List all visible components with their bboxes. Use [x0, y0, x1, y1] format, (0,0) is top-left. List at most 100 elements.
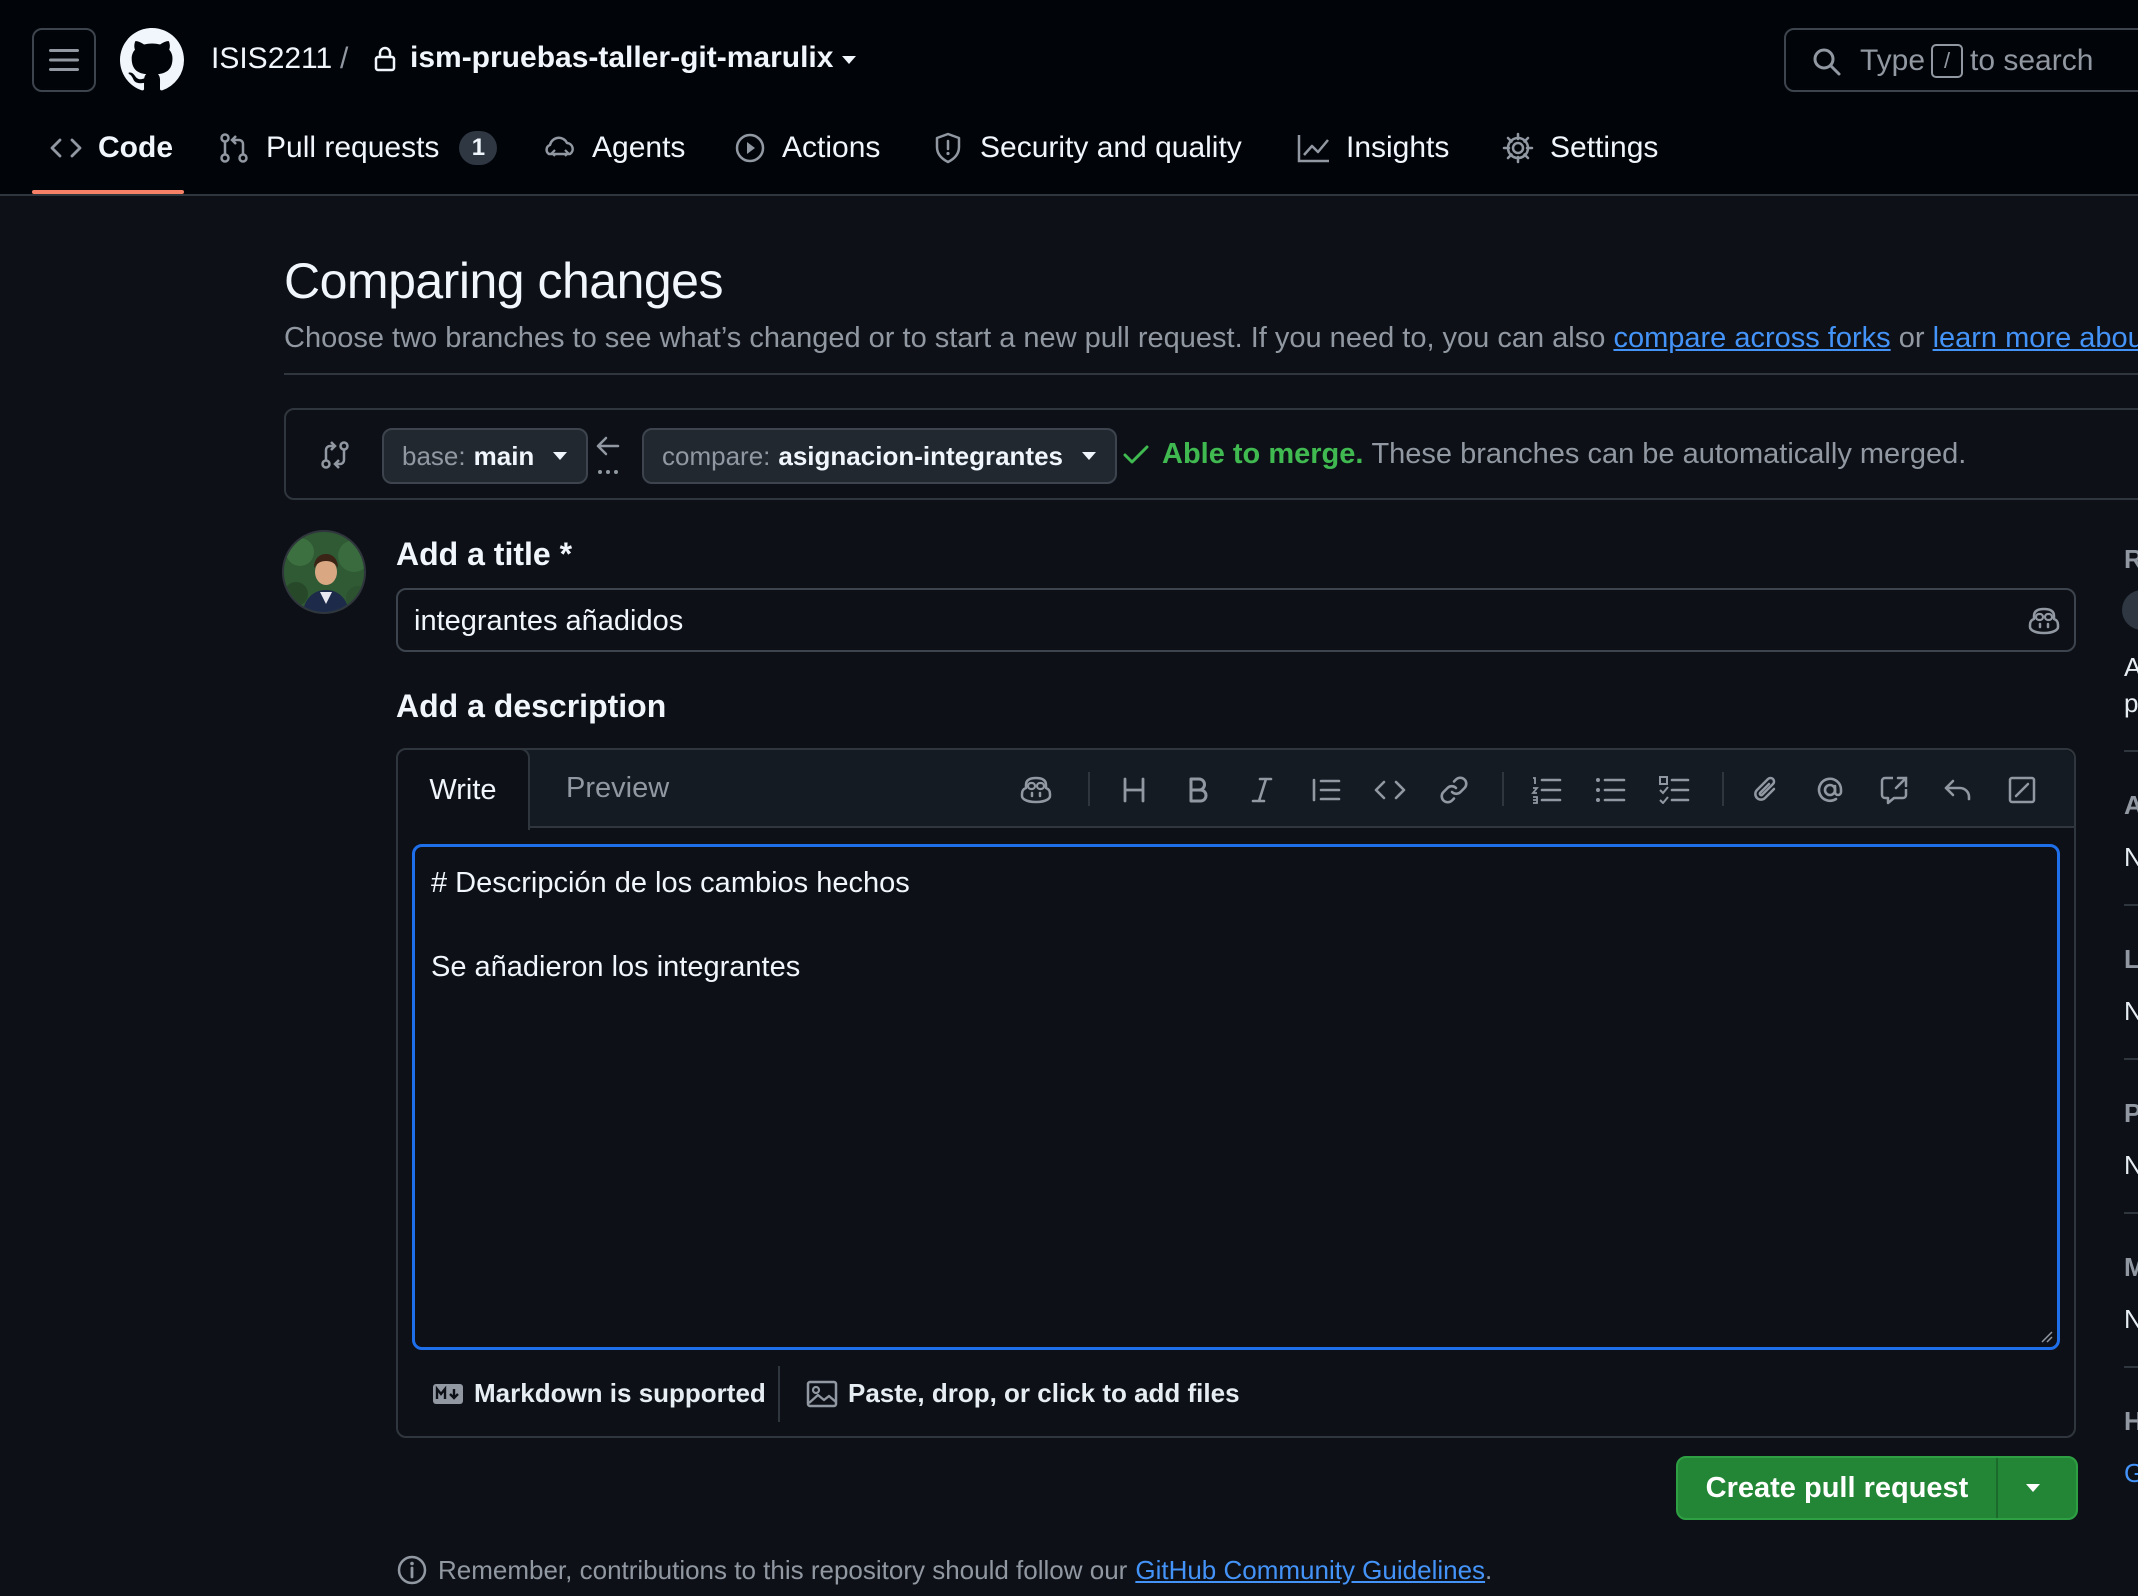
tab-agents-label: Agents	[592, 131, 686, 164]
resize-handle-icon[interactable]	[2039, 1329, 2053, 1343]
markdown-supported-text: Markdown is supported	[474, 1378, 766, 1408]
title-label-text: Add a title	[396, 536, 551, 572]
cross-reference-icon[interactable]	[1876, 772, 1912, 808]
compare-label: compare:	[662, 440, 771, 471]
remember-text: Remember, contributions to this reposito…	[438, 1554, 1128, 1585]
search-prefix: Type	[1860, 44, 1926, 77]
compare-branch-select[interactable]: compare: asignacion-integrantes	[642, 428, 1118, 484]
sidebar-divider	[2124, 750, 2138, 752]
quote-icon[interactable]	[1308, 772, 1344, 808]
community-guidelines-link[interactable]: GitHub Community Guidelines	[1135, 1555, 1485, 1586]
tab-security-label: Security and quality	[980, 131, 1242, 164]
toolbar-divider	[1088, 772, 1090, 806]
description-textarea[interactable]: # Descripción de los cambios hechos Se a…	[412, 844, 2060, 1350]
fullscreen-icon[interactable]	[2004, 772, 2040, 808]
toolbar-divider	[1722, 772, 1724, 806]
tab-security[interactable]: Security and quality	[930, 128, 1242, 168]
caret-down-icon[interactable]	[2024, 1482, 2042, 1494]
arrow-left-icon	[594, 434, 622, 478]
graph-icon	[1296, 133, 1332, 163]
page-title: Comparing changes	[284, 253, 724, 309]
github-logo-icon[interactable]	[120, 28, 184, 92]
tab-agents[interactable]: Agents	[542, 128, 685, 168]
title-label: Add a title *	[396, 536, 572, 573]
agents-icon	[542, 134, 578, 162]
sidebar-avatar[interactable]	[2122, 590, 2138, 630]
sidebar-heading[interactable]: L	[2124, 944, 2138, 975]
caret-down-icon	[1082, 452, 1097, 460]
sidebar-heading[interactable]: P	[2124, 1098, 2138, 1129]
menu-button[interactable]	[32, 28, 96, 92]
repo-name-link[interactable]: ism-pruebas-taller-git-marulix	[410, 41, 833, 75]
git-pull-request-icon	[216, 132, 252, 164]
caret-down-icon[interactable]	[840, 54, 858, 66]
title-input[interactable]	[414, 602, 1994, 640]
search-shortcut-key: /	[1931, 44, 1963, 78]
italic-icon[interactable]	[1244, 772, 1280, 808]
remember-period: .	[1485, 1554, 1493, 1585]
task-list-icon[interactable]	[1656, 772, 1692, 808]
unordered-list-icon[interactable]	[1592, 772, 1628, 808]
description-line: # Descripción de los cambios hechos	[431, 867, 910, 899]
sidebar-text: p	[2124, 688, 2138, 718]
add-files-button[interactable]: Paste, drop, or click to add files	[806, 1378, 1240, 1409]
copilot-icon[interactable]	[1018, 772, 1054, 808]
mention-icon[interactable]	[1812, 772, 1848, 808]
sidebar-text: N	[2124, 1150, 2138, 1180]
check-icon	[1123, 445, 1149, 463]
sidebar-text: N	[2124, 996, 2138, 1026]
ordered-list-icon[interactable]	[1528, 772, 1564, 808]
tab-settings[interactable]: Settings	[1500, 128, 1658, 168]
gear-icon	[1500, 132, 1536, 164]
paperclip-icon[interactable]	[1748, 772, 1784, 808]
reply-icon[interactable]	[1940, 772, 1976, 808]
sidebar-divider	[2124, 904, 2138, 906]
merge-status-detail: These branches can be automatically merg…	[1371, 438, 1967, 470]
base-branch-select[interactable]: base: main	[382, 428, 589, 484]
title-field[interactable]	[396, 588, 2076, 652]
tab-insights[interactable]: Insights	[1296, 128, 1449, 168]
copilot-icon[interactable]	[2028, 606, 2060, 636]
create-pull-request-button[interactable]: Create pull request	[1678, 1458, 1996, 1518]
sidebar-heading[interactable]: R	[2124, 544, 2138, 575]
tab-preview[interactable]: Preview	[566, 772, 669, 805]
tab-pull-requests[interactable]: Pull requests 1	[216, 128, 498, 168]
required-mark: *	[559, 536, 573, 572]
tab-write[interactable]: Write	[396, 748, 530, 830]
tab-actions[interactable]: Actions	[732, 128, 880, 168]
create-pull-request-button-group: Create pull request	[1676, 1456, 2078, 1520]
active-tab-indicator	[32, 190, 184, 194]
repo-header: ISIS2211 / ism-pruebas-taller-git-maruli…	[0, 0, 2138, 196]
markdown-icon	[433, 1383, 463, 1404]
base-value: main	[473, 440, 535, 471]
lock-icon	[374, 46, 396, 72]
sidebar-heading[interactable]: A	[2124, 790, 2138, 821]
sidebar-text: A	[2124, 652, 2138, 682]
info-icon	[397, 1555, 427, 1585]
compare-forks-link[interactable]: compare across forks	[1613, 322, 1890, 354]
sidebar-divider	[2124, 1058, 2138, 1060]
markdown-supported-link[interactable]: Markdown is supported	[432, 1378, 766, 1409]
button-divider	[1996, 1458, 1998, 1518]
compare-value: asignacion-integrantes	[778, 440, 1064, 471]
heading-icon[interactable]	[1116, 772, 1152, 808]
image-icon	[806, 1380, 838, 1407]
sidebar-link[interactable]: G	[2124, 1458, 2138, 1489]
code-icon[interactable]	[1372, 772, 1408, 808]
tab-code[interactable]: Code	[48, 128, 173, 168]
bold-icon[interactable]	[1180, 772, 1216, 808]
hamburger-icon	[49, 49, 79, 71]
path-separator: /	[340, 42, 349, 75]
link-icon[interactable]	[1436, 772, 1472, 808]
subtitle-text: Choose two branches to see what’s change…	[284, 322, 1606, 354]
branch-range-editor: base: main compare: asignacion-integrant…	[284, 408, 2138, 500]
sidebar-heading[interactable]: M	[2124, 1252, 2138, 1283]
avatar[interactable]	[282, 530, 366, 614]
learn-more-link[interactable]: learn more abou	[1933, 322, 2138, 354]
description-label: Add a description	[396, 688, 667, 724]
repo-owner-link[interactable]: ISIS2211	[211, 42, 332, 76]
markdown-editor: Write Preview # Descripción de los cambi…	[396, 748, 2076, 1438]
tab-actions-label: Actions	[782, 131, 881, 164]
search-button[interactable]: Type / to search	[1784, 28, 2138, 92]
sidebar-text: N	[2124, 842, 2138, 872]
